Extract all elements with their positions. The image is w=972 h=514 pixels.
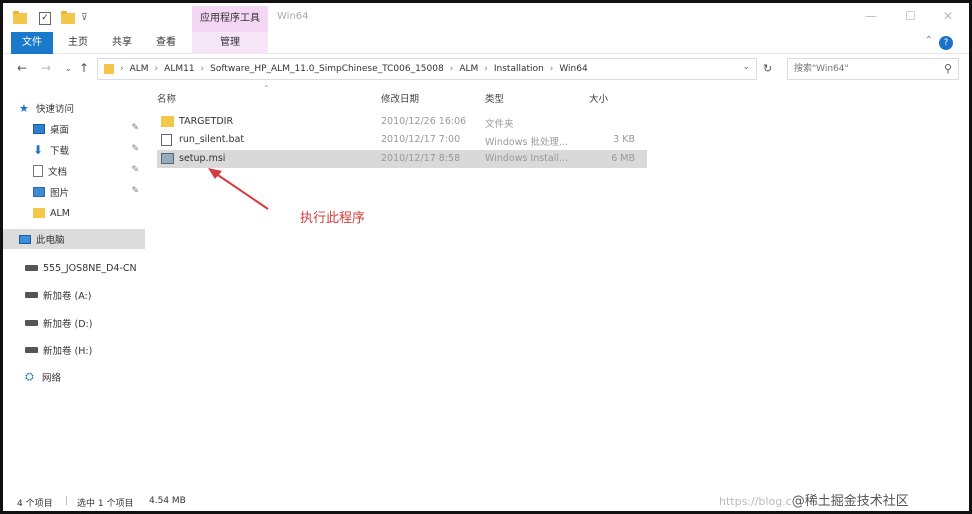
- tab-file[interactable]: 文件: [11, 32, 53, 54]
- maximize-icon[interactable]: ☐: [905, 9, 916, 23]
- tab-view[interactable]: 查看: [149, 32, 183, 54]
- nav-quick-access[interactable]: ★ 快速访问: [3, 98, 145, 118]
- navigation-pane: ★ 快速访问 桌面 ✎ ⬇ 下载 ✎ 文档 ✎ 图片 ✎ ALM 此电脑 555…: [3, 84, 145, 488]
- tab-manage[interactable]: 管理: [192, 32, 268, 54]
- nav-network[interactable]: ⛭ 网络: [3, 367, 145, 387]
- sort-caret-icon: ⌃: [263, 84, 270, 93]
- nav-drive-d[interactable]: 新加卷 (D:): [3, 313, 145, 333]
- drive-icon: [25, 292, 38, 298]
- window-title: Win64: [277, 11, 309, 22]
- quick-access-properties-icon[interactable]: ✓: [39, 10, 51, 26]
- context-tab-header: 应用程序工具: [192, 6, 268, 32]
- nav-drive-h[interactable]: 新加卷 (H:): [3, 340, 145, 360]
- address-row: ← → ⌄ ↑ › ALM › ALM11 › Software_HP_ALM_…: [3, 54, 969, 84]
- desktop-icon: [33, 124, 45, 134]
- breadcrumb-item[interactable]: ALM: [459, 64, 478, 74]
- forward-arrow-icon[interactable]: →: [41, 61, 51, 75]
- search-box[interactable]: ⚲: [787, 58, 959, 80]
- star-icon: ★: [19, 101, 29, 115]
- nav-item-alm[interactable]: ALM: [3, 203, 145, 223]
- msi-installer-icon: [161, 153, 174, 164]
- computer-icon: [19, 234, 31, 244]
- nav-this-pc[interactable]: 此电脑: [3, 229, 145, 249]
- tab-share[interactable]: 共享: [105, 32, 139, 54]
- nav-network-drive[interactable]: 555_JOS8NE_D4-CN: [3, 258, 145, 278]
- column-header-type[interactable]: 类型: [485, 91, 504, 105]
- nav-drive-a[interactable]: 新加卷 (A:): [3, 285, 145, 305]
- breadcrumb-item[interactable]: Win64: [559, 64, 587, 74]
- breadcrumb-item[interactable]: Installation: [494, 64, 544, 74]
- batch-file-icon: [161, 134, 172, 146]
- watermark: https://blog.c@稀土掘金技术社区: [719, 494, 909, 509]
- pin-icon: ✎: [131, 165, 139, 175]
- status-item-count: 4 个项目: [17, 499, 53, 509]
- column-header-name[interactable]: 名称: [157, 91, 176, 105]
- status-selected: 选中 1 个项目: [77, 499, 134, 509]
- nav-item-pictures[interactable]: 图片 ✎: [3, 182, 145, 202]
- up-arrow-icon[interactable]: ↑: [79, 61, 89, 75]
- pin-icon: ✎: [131, 144, 139, 154]
- picture-icon: [33, 187, 45, 197]
- minimize-icon[interactable]: —: [865, 9, 877, 23]
- breadcrumb-item[interactable]: ALM11: [164, 64, 194, 74]
- table-row[interactable]: TARGETDIR 2010/12/26 16:06 文件夹: [157, 113, 647, 131]
- recent-locations-icon[interactable]: ⌄: [65, 64, 72, 73]
- status-size: 4.54 MB: [149, 496, 186, 506]
- title-bar: ✓ ⊽ 应用程序工具 Win64 — ☐ ✕: [3, 3, 969, 32]
- download-icon: ⬇: [33, 143, 44, 157]
- ribbon-tabs: 文件 主页 共享 查看 管理 ⌃ ?: [3, 32, 969, 54]
- collapse-ribbon-icon[interactable]: ⌃: [925, 35, 933, 46]
- address-folder-icon: [104, 64, 114, 74]
- drive-icon: [25, 320, 38, 326]
- folder-icon: [161, 116, 174, 127]
- table-row[interactable]: run_silent.bat 2010/12/17 7:00 Windows 批…: [157, 131, 647, 149]
- file-list: ⌃ 名称 修改日期 类型 大小 TARGETDIR 2010/12/26 16:…: [153, 84, 969, 488]
- pin-icon: ✎: [131, 123, 139, 133]
- nav-item-documents[interactable]: 文档 ✎: [3, 161, 145, 181]
- refresh-icon[interactable]: ↻: [763, 62, 772, 75]
- document-icon: [33, 165, 43, 177]
- folder-icon: [33, 208, 45, 218]
- quick-access-newfolder-icon[interactable]: [61, 10, 75, 26]
- annotation-text: 执行此程序: [300, 211, 366, 226]
- address-dropdown-icon[interactable]: ⌄: [742, 62, 750, 72]
- pin-icon: ✎: [131, 186, 139, 196]
- annotation-arrow-icon: [208, 168, 269, 210]
- column-header-size[interactable]: 大小: [589, 91, 608, 105]
- address-bar[interactable]: › ALM › ALM11 › Software_HP_ALM_11.0_Sim…: [97, 58, 757, 80]
- network-drive-icon: [25, 265, 38, 271]
- column-header-date[interactable]: 修改日期: [381, 91, 419, 105]
- breadcrumb-item[interactable]: ALM: [130, 64, 149, 74]
- tab-home[interactable]: 主页: [61, 32, 95, 54]
- nav-item-downloads[interactable]: ⬇ 下载 ✎: [3, 140, 145, 160]
- network-icon: ⛭: [25, 370, 34, 383]
- close-icon[interactable]: ✕: [943, 9, 953, 23]
- nav-item-desktop[interactable]: 桌面 ✎: [3, 119, 145, 139]
- quick-access-folder-icon[interactable]: [13, 10, 27, 26]
- explorer-window: ✓ ⊽ 应用程序工具 Win64 — ☐ ✕ 文件 主页 共享 查看 管理 ⌃ …: [0, 0, 972, 514]
- search-icon[interactable]: ⚲: [944, 62, 952, 75]
- breadcrumb-item[interactable]: Software_HP_ALM_11.0_SimpChinese_TC006_1…: [210, 64, 444, 74]
- drive-icon: [25, 347, 38, 353]
- back-arrow-icon[interactable]: ←: [17, 61, 27, 75]
- quick-access-dropdown-icon[interactable]: ⊽: [81, 10, 88, 26]
- help-icon[interactable]: ?: [939, 36, 953, 50]
- search-input[interactable]: [788, 59, 928, 79]
- breadcrumb: › ALM › ALM11 › Software_HP_ALM_11.0_Sim…: [104, 59, 588, 79]
